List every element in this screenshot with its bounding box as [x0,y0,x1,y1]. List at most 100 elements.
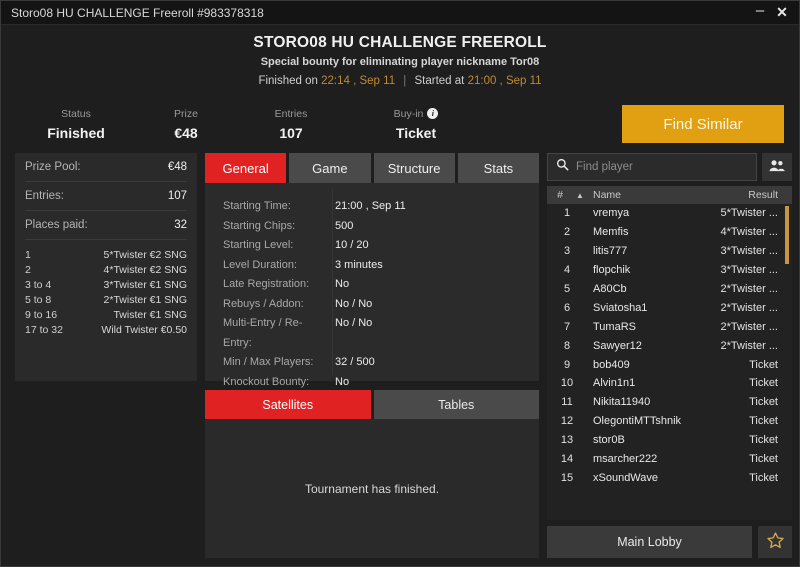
payout-place: 9 to 16 [25,309,58,321]
row-rank: 11 [561,396,573,409]
row-rank: 6 [563,301,571,314]
row-rank: 7 [563,320,571,333]
payout-place: 17 to 32 [25,324,63,336]
tournament-subtitle: Special bounty for eliminating player ni… [260,56,540,68]
tournament-lobby-window: Storo08 HU CHALLENGE Freeroll #983378318… [0,0,800,567]
table-row[interactable]: 4 flopchik 3*Twister ... [547,261,792,280]
row-result: Ticket [749,358,778,371]
tab-tables[interactable]: Tables [373,390,539,419]
tab-general[interactable]: General [205,153,287,183]
info-value: No / No [335,297,373,310]
list-item: 3 to 4 3*Twister €1 SNG [25,278,187,293]
window-title: Storo08 HU CHALLENGE Freeroll #983378318 [11,5,264,20]
stat-status-label: Status [61,107,91,120]
tournament-header: STORO08 HU CHALLENGE FREEROLL Special bo… [1,25,799,95]
left-column: Prize Pool: €48 Entries: 107 Places paid… [15,153,197,558]
satellites-message: Tournament has finished. [304,481,440,496]
table-row[interactable]: 9 bob409 Ticket [547,355,792,374]
column-header-result[interactable]: Result [714,189,792,201]
tab-stats[interactable]: Stats [457,153,539,183]
tab-game[interactable]: Game [289,153,371,183]
row-result: 2*Twister ... [720,283,778,295]
row-name: Memfis [593,226,629,239]
table-row[interactable]: 8 Sawyer12 2*Twister ... [547,336,792,355]
table-row[interactable]: 10 Alvin1n1 Ticket [547,374,792,393]
row-name: msarcher222 [593,453,658,466]
row-result: Ticket [749,471,778,484]
payout-award: Twister €1 SNG [113,309,187,321]
right-column: # ▲ Name Result 1 vremya 5*Twister ... 2… [547,153,792,558]
favorite-button[interactable] [758,526,792,558]
row-rank: 14 [560,453,574,466]
table-row[interactable]: 7 TumaRS 2*Twister ... [547,317,792,336]
table-row[interactable]: 6 Sviatosha1 2*Twister ... [547,298,792,317]
satellites-section: Satellites Tables Tournament has finishe… [205,390,539,558]
player-list-rows[interactable]: 1 vremya 5*Twister ... 2 Memfis 4*Twiste… [547,204,792,520]
places-paid-value: 32 [174,219,187,231]
table-row[interactable]: 5 A80Cb 2*Twister ... [547,280,792,299]
info-label: Level Duration: [223,258,297,271]
body-region: Prize Pool: €48 Entries: 107 Places paid… [1,153,799,566]
find-similar-button[interactable]: Find Similar [622,105,784,143]
row-result: 5*Twister ... [720,207,778,220]
info-value: 500 [335,219,354,232]
info-row-starting-time: Starting Time: 21:00 , Sep 11 [205,197,539,217]
row-rank: 9 [563,358,571,371]
row-rank: 3 [563,245,571,258]
payout-award: 3*Twister €1 SNG [103,279,187,291]
row-result: Ticket [749,396,778,409]
info-value: 10 / 20 [335,239,369,251]
stat-entries-label: Entries [274,107,308,120]
table-row[interactable]: 11 Nikita11940 Ticket [547,393,792,412]
entries-value: 107 [167,190,187,202]
info-value: 32 / 500 [335,356,375,368]
info-row-min-max-players: Min / Max Players: 32 / 500 [205,353,539,373]
table-row[interactable]: 14 msarcher222 Ticket [547,450,792,469]
column-header-num[interactable]: # [547,189,573,201]
time-divider: | [403,75,407,87]
table-row[interactable]: 13 stor0B Ticket [547,431,792,450]
payout-award: Wild Twister €0.50 [101,324,187,336]
close-icon[interactable]: ✕ [771,2,793,24]
main-lobby-button[interactable]: Main Lobby [547,526,752,558]
column-header-name[interactable]: Name [587,189,714,201]
info-value: 21:00 , Sep 11 [335,200,406,212]
stat-status-value: Finished [47,124,105,141]
finished-label: Finished on [258,75,318,87]
table-row[interactable]: 3 litis777 3*Twister ... [547,242,792,261]
payout-place: 5 to 8 [25,294,52,306]
info-row-starting-level: Starting Level: 10 / 20 [205,236,539,256]
row-result: 3*Twister ... [720,264,778,277]
payout-place: 3 to 4 [25,279,52,291]
row-result: 3*Twister ... [720,245,778,258]
info-row-rebuys-addon: Rebuys / Addon: No / No [205,295,539,315]
table-row[interactable]: 15 xSoundWave Ticket [547,468,792,487]
payout-place: 2 [25,264,31,276]
stat-status: Status Finished [21,108,131,141]
info-row-late-registration: Late Registration: No [205,275,539,295]
row-name: bob409 [593,358,630,371]
search-box[interactable] [547,153,757,181]
players-list-button[interactable] [762,153,792,181]
table-row[interactable]: 2 Memfis 4*Twister ... [547,223,792,242]
player-list: # ▲ Name Result 1 vremya 5*Twister ... 2… [547,186,792,520]
search-input[interactable] [576,161,748,173]
payout-place: 1 [25,249,31,261]
stat-buyin-label: Buy-in i [356,108,476,120]
table-row[interactable]: 12 OlegontiMTTshnik Ticket [547,412,792,431]
sort-ascending-icon[interactable]: ▲ [573,191,587,200]
tab-structure[interactable]: Structure [373,153,455,183]
info-icon[interactable]: i [427,108,439,119]
info-value: 3 minutes [335,258,383,271]
info-label: Late Registration: [223,278,310,290]
tab-satellites[interactable]: Satellites [205,390,371,419]
minimize-icon[interactable]: – [749,2,771,24]
tournament-times: Finished on 22:14 , Sep 11 | Started at … [1,75,799,87]
info-label: Starting Chips: [223,219,296,232]
player-list-scrollbar[interactable] [785,206,789,264]
table-row[interactable]: 1 vremya 5*Twister ... [547,204,792,223]
middle-column: General Game Structure Stats Starting Ti… [205,153,539,558]
row-rank: 10 [560,377,574,390]
started-time: 21:00 , Sep 11 [467,75,542,87]
payout-list: 1 5*Twister €2 SNG 2 4*Twister €2 SNG 3 … [25,240,187,338]
